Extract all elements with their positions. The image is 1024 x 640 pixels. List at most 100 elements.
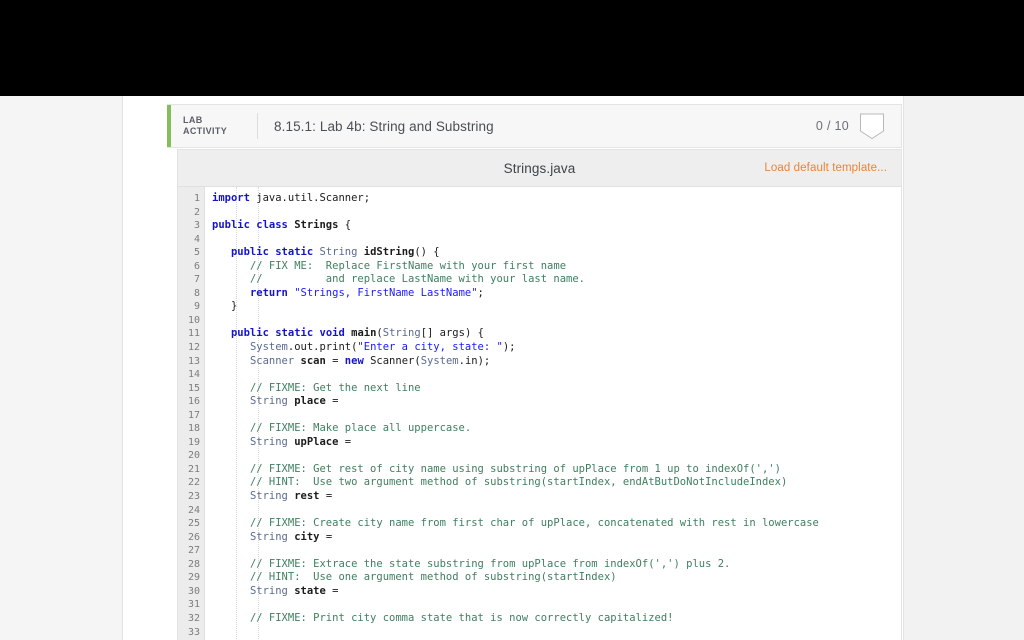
lab-activity-header: LAB ACTIVITY 8.15.1: Lab 4b: String and … <box>167 104 902 148</box>
line-number: 10 <box>178 314 205 328</box>
code-line-text[interactable] <box>205 449 901 463</box>
code-line[interactable]: 14 <box>178 368 901 382</box>
code-line-text[interactable]: public static void main(String[] args) { <box>205 327 901 341</box>
code-token-pln: = <box>326 395 339 407</box>
code-line[interactable]: 9 } <box>178 300 901 314</box>
line-number: 27 <box>178 544 205 558</box>
line-number: 16 <box>178 395 205 409</box>
lab-header-divider <box>257 113 258 139</box>
code-token-pln: ; <box>478 287 484 299</box>
code-line[interactable]: 24 <box>178 504 901 518</box>
code-editor-area[interactable]: 1import java.util.Scanner;23public class… <box>178 187 901 640</box>
code-line[interactable]: 25 // FIXME: Create city name from first… <box>178 517 901 531</box>
code-line[interactable]: 29 // HINT: Use one argument method of s… <box>178 571 901 585</box>
code-token-typ: System <box>250 341 288 353</box>
code-line-text[interactable]: // FIXME: Make place all uppercase. <box>205 422 901 436</box>
code-line[interactable]: 26 String city = <box>178 531 901 545</box>
code-line-text[interactable] <box>205 409 901 423</box>
code-token-bld: main <box>351 327 376 339</box>
code-line-text[interactable] <box>205 233 901 247</box>
line-number: 21 <box>178 463 205 477</box>
code-line[interactable]: 5 public static String idString() { <box>178 246 901 260</box>
code-token-kw: import <box>212 192 250 204</box>
code-line-text[interactable] <box>205 368 901 382</box>
code-token-bld: state <box>294 585 326 597</box>
code-line-text[interactable]: // FIXME: Create city name from first ch… <box>205 517 901 531</box>
code-line[interactable]: 22 // HINT: Use two argument method of s… <box>178 476 901 490</box>
code-line[interactable]: 33 <box>178 626 901 640</box>
code-line[interactable]: 12 System.out.print("Enter a city, state… <box>178 341 901 355</box>
code-line-text[interactable]: public static String idString() { <box>205 246 901 260</box>
code-line-text[interactable]: public class Strings { <box>205 219 901 233</box>
code-token-cmt: // HINT: Use one argument method of subs… <box>250 571 617 583</box>
code-line-text[interactable]: // FIX ME: Replace FirstName with your f… <box>205 260 901 274</box>
code-token-pln <box>212 341 250 353</box>
code-line[interactable]: 31 <box>178 598 901 612</box>
code-line-text[interactable]: // and replace LastName with your last n… <box>205 273 901 287</box>
code-line-text[interactable]: // HINT: Use two argument method of subs… <box>205 476 901 490</box>
code-token-pln <box>212 260 250 272</box>
code-line[interactable]: 23 String rest = <box>178 490 901 504</box>
code-token-pln <box>212 395 250 407</box>
code-line-text[interactable] <box>205 544 901 558</box>
code-line[interactable]: 11 public static void main(String[] args… <box>178 327 901 341</box>
code-line[interactable]: 18 // FIXME: Make place all uppercase. <box>178 422 901 436</box>
line-number: 4 <box>178 233 205 247</box>
code-token-bld: scan <box>301 355 326 367</box>
code-line[interactable]: 3public class Strings { <box>178 219 901 233</box>
code-line[interactable]: 4 <box>178 233 901 247</box>
code-line-text[interactable]: String place = <box>205 395 901 409</box>
code-line-text[interactable]: String city = <box>205 531 901 545</box>
code-line-text[interactable] <box>205 626 901 640</box>
code-line-text[interactable]: // FIXME: Print city comma state that is… <box>205 612 901 626</box>
code-line-text[interactable]: // FIXME: Get rest of city name using su… <box>205 463 901 477</box>
code-token-pln: java.util.Scanner; <box>250 192 370 204</box>
code-line-text[interactable] <box>205 206 901 220</box>
code-line-text[interactable]: // FIXME: Get the next line <box>205 382 901 396</box>
code-line-text[interactable]: } <box>205 300 901 314</box>
code-line[interactable]: 21 // FIXME: Get rest of city name using… <box>178 463 901 477</box>
code-line[interactable]: 20 <box>178 449 901 463</box>
code-line-text[interactable]: // HINT: Use one argument method of subs… <box>205 571 901 585</box>
code-token-bld: upPlace <box>294 436 338 448</box>
code-token-kw: new <box>345 355 364 367</box>
code-lines-container[interactable]: 1import java.util.Scanner;23public class… <box>178 187 901 640</box>
code-line[interactable]: 7 // and replace LastName with your last… <box>178 273 901 287</box>
code-line[interactable]: 16 String place = <box>178 395 901 409</box>
line-number: 12 <box>178 341 205 355</box>
code-line[interactable]: 2 <box>178 206 901 220</box>
code-line[interactable]: 28 // FIXME: Extrace the state substring… <box>178 558 901 572</box>
code-line[interactable]: 10 <box>178 314 901 328</box>
code-line-text[interactable] <box>205 504 901 518</box>
lab-accent-bar <box>167 105 171 147</box>
code-line[interactable]: 1import java.util.Scanner; <box>178 192 901 206</box>
code-line[interactable]: 27 <box>178 544 901 558</box>
code-line[interactable]: 17 <box>178 409 901 423</box>
line-number: 25 <box>178 517 205 531</box>
code-line[interactable]: 19 String upPlace = <box>178 436 901 450</box>
code-token-pln <box>212 476 250 488</box>
code-line-text[interactable]: Scanner scan = new Scanner(System.in); <box>205 355 901 369</box>
code-line-text[interactable]: String upPlace = <box>205 436 901 450</box>
code-token-pln <box>212 422 250 434</box>
code-token-typ: String <box>383 327 421 339</box>
code-line[interactable]: 13 Scanner scan = new Scanner(System.in)… <box>178 355 901 369</box>
line-number: 3 <box>178 219 205 233</box>
code-token-cmt: // FIXME: Get the next line <box>250 382 421 394</box>
code-line-text[interactable]: String rest = <box>205 490 901 504</box>
code-line-text[interactable]: // FIXME: Extrace the state substring fr… <box>205 558 901 572</box>
code-token-cmt: // FIX ME: Replace FirstName with your f… <box>250 260 566 272</box>
code-line-text[interactable] <box>205 314 901 328</box>
code-line-text[interactable]: System.out.print("Enter a city, state: "… <box>205 341 901 355</box>
code-line-text[interactable]: import java.util.Scanner; <box>205 192 901 206</box>
code-line[interactable]: 32 // FIXME: Print city comma state that… <box>178 612 901 626</box>
code-line[interactable]: 15 // FIXME: Get the next line <box>178 382 901 396</box>
load-default-template-link[interactable]: Load default template... <box>764 162 887 174</box>
code-line[interactable]: 6 // FIX ME: Replace FirstName with your… <box>178 260 901 274</box>
code-line-text[interactable]: String state = <box>205 585 901 599</box>
code-line-text[interactable] <box>205 598 901 612</box>
code-token-pln: ); <box>503 341 516 353</box>
code-line-text[interactable]: return "Strings, FirstName LastName"; <box>205 287 901 301</box>
code-line[interactable]: 30 String state = <box>178 585 901 599</box>
code-line[interactable]: 8 return "Strings, FirstName LastName"; <box>178 287 901 301</box>
